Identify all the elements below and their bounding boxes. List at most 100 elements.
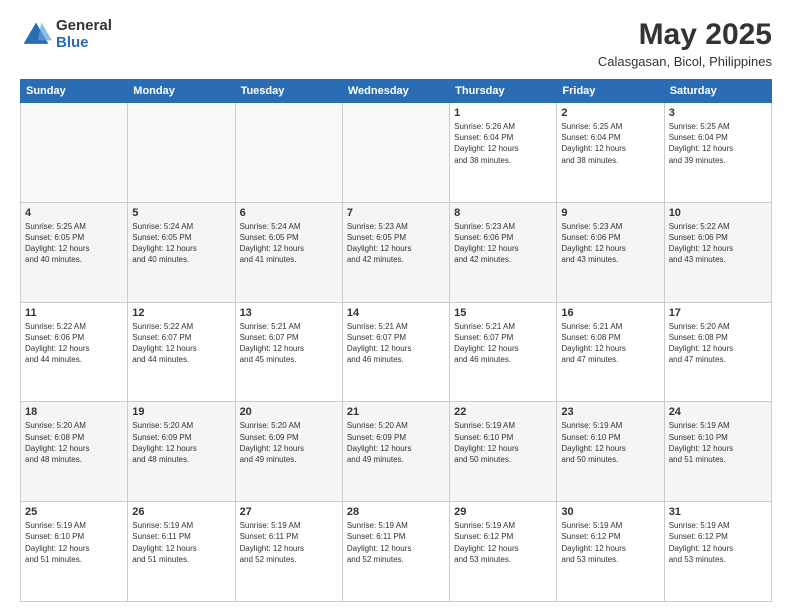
header-cell-monday: Monday	[128, 80, 235, 103]
day-info: Sunrise: 5:23 AM Sunset: 6:06 PM Dayligh…	[561, 221, 659, 266]
calendar-table: SundayMondayTuesdayWednesdayThursdayFrid…	[20, 79, 772, 602]
day-number: 11	[25, 307, 123, 319]
day-cell: 14 Sunrise: 5:21 AM Sunset: 6:07 PM Dayli…	[342, 302, 449, 402]
day-info: Sunrise: 5:21 AM Sunset: 6:07 PM Dayligh…	[240, 321, 338, 366]
day-info: Sunrise: 5:19 AM Sunset: 6:10 PM Dayligh…	[669, 420, 767, 465]
title-block: May 2025 Calasgasan, Bicol, Philippines	[598, 18, 772, 69]
header-cell-thursday: Thursday	[450, 80, 557, 103]
day-info: Sunrise: 5:19 AM Sunset: 6:11 PM Dayligh…	[347, 520, 445, 565]
day-info: Sunrise: 5:23 AM Sunset: 6:06 PM Dayligh…	[454, 221, 552, 266]
week-row-5: 25 Sunrise: 5:19 AM Sunset: 6:10 PM Dayli…	[21, 502, 772, 602]
day-number: 29	[454, 506, 552, 518]
week-row-2: 4 Sunrise: 5:25 AM Sunset: 6:05 PM Daylig…	[21, 202, 772, 302]
header-cell-tuesday: Tuesday	[235, 80, 342, 103]
day-info: Sunrise: 5:24 AM Sunset: 6:05 PM Dayligh…	[240, 221, 338, 266]
day-cell: 10 Sunrise: 5:22 AM Sunset: 6:06 PM Dayli…	[664, 202, 771, 302]
day-cell: 12 Sunrise: 5:22 AM Sunset: 6:07 PM Dayli…	[128, 302, 235, 402]
day-number: 10	[669, 207, 767, 219]
week-row-1: 1Sunrise: 5:26 AM Sunset: 6:04 PM Daylig…	[21, 103, 772, 203]
header: General Blue May 2025 Calasgasan, Bicol,…	[20, 18, 772, 69]
day-number: 9	[561, 207, 659, 219]
day-info: Sunrise: 5:20 AM Sunset: 6:08 PM Dayligh…	[25, 420, 123, 465]
day-cell: 5Sunrise: 5:24 AM Sunset: 6:05 PM Daylig…	[128, 202, 235, 302]
day-info: Sunrise: 5:20 AM Sunset: 6:09 PM Dayligh…	[240, 420, 338, 465]
day-info: Sunrise: 5:25 AM Sunset: 6:04 PM Dayligh…	[669, 121, 767, 166]
day-number: 17	[669, 307, 767, 319]
day-number: 12	[132, 307, 230, 319]
page: General Blue May 2025 Calasgasan, Bicol,…	[0, 0, 792, 612]
day-number: 5	[132, 207, 230, 219]
day-number: 6	[240, 207, 338, 219]
day-info: Sunrise: 5:19 AM Sunset: 6:11 PM Dayligh…	[132, 520, 230, 565]
week-row-3: 11 Sunrise: 5:22 AM Sunset: 6:06 PM Dayli…	[21, 302, 772, 402]
day-info: Sunrise: 5:20 AM Sunset: 6:09 PM Dayligh…	[132, 420, 230, 465]
day-info: Sunrise: 5:21 AM Sunset: 6:07 PM Dayligh…	[454, 321, 552, 366]
day-cell: 17 Sunrise: 5:20 AM Sunset: 6:08 PM Dayli…	[664, 302, 771, 402]
day-cell: 4 Sunrise: 5:25 AM Sunset: 6:05 PM Daylig…	[21, 202, 128, 302]
day-number: 25	[25, 506, 123, 518]
day-cell: 23Sunrise: 5:19 AM Sunset: 6:10 PM Dayli…	[557, 402, 664, 502]
location: Calasgasan, Bicol, Philippines	[598, 54, 772, 69]
day-cell: 31 Sunrise: 5:19 AM Sunset: 6:12 PM Dayli…	[664, 502, 771, 602]
day-number: 19	[132, 406, 230, 418]
day-number: 8	[454, 207, 552, 219]
logo-blue: Blue	[56, 35, 112, 52]
day-cell	[21, 103, 128, 203]
day-info: Sunrise: 5:19 AM Sunset: 6:12 PM Dayligh…	[561, 520, 659, 565]
day-number: 4	[25, 207, 123, 219]
logo: General Blue	[20, 18, 112, 51]
day-cell	[342, 103, 449, 203]
day-cell: 25 Sunrise: 5:19 AM Sunset: 6:10 PM Dayli…	[21, 502, 128, 602]
day-info: Sunrise: 5:19 AM Sunset: 6:12 PM Dayligh…	[669, 520, 767, 565]
logo-general: General	[56, 18, 112, 35]
day-cell: 1Sunrise: 5:26 AM Sunset: 6:04 PM Daylig…	[450, 103, 557, 203]
calendar-body: 1Sunrise: 5:26 AM Sunset: 6:04 PM Daylig…	[21, 103, 772, 602]
day-number: 22	[454, 406, 552, 418]
day-info: Sunrise: 5:22 AM Sunset: 6:06 PM Dayligh…	[669, 221, 767, 266]
day-info: Sunrise: 5:23 AM Sunset: 6:05 PM Dayligh…	[347, 221, 445, 266]
day-info: Sunrise: 5:19 AM Sunset: 6:10 PM Dayligh…	[454, 420, 552, 465]
day-number: 20	[240, 406, 338, 418]
day-cell: 30 Sunrise: 5:19 AM Sunset: 6:12 PM Dayli…	[557, 502, 664, 602]
day-cell: 9 Sunrise: 5:23 AM Sunset: 6:06 PM Daylig…	[557, 202, 664, 302]
day-cell: 29Sunrise: 5:19 AM Sunset: 6:12 PM Dayli…	[450, 502, 557, 602]
day-number: 30	[561, 506, 659, 518]
day-info: Sunrise: 5:25 AM Sunset: 6:04 PM Dayligh…	[561, 121, 659, 166]
header-cell-saturday: Saturday	[664, 80, 771, 103]
day-cell: 22 Sunrise: 5:19 AM Sunset: 6:10 PM Dayli…	[450, 402, 557, 502]
day-info: Sunrise: 5:19 AM Sunset: 6:10 PM Dayligh…	[25, 520, 123, 565]
day-number: 28	[347, 506, 445, 518]
day-info: Sunrise: 5:19 AM Sunset: 6:10 PM Dayligh…	[561, 420, 659, 465]
day-cell: 15 Sunrise: 5:21 AM Sunset: 6:07 PM Dayli…	[450, 302, 557, 402]
week-row-4: 18 Sunrise: 5:20 AM Sunset: 6:08 PM Dayli…	[21, 402, 772, 502]
day-info: Sunrise: 5:22 AM Sunset: 6:06 PM Dayligh…	[25, 321, 123, 366]
day-cell	[128, 103, 235, 203]
day-number: 18	[25, 406, 123, 418]
day-info: Sunrise: 5:25 AM Sunset: 6:05 PM Dayligh…	[25, 221, 123, 266]
day-cell: 20 Sunrise: 5:20 AM Sunset: 6:09 PM Dayli…	[235, 402, 342, 502]
day-number: 26	[132, 506, 230, 518]
day-cell: 16Sunrise: 5:21 AM Sunset: 6:08 PM Dayli…	[557, 302, 664, 402]
day-cell: 11 Sunrise: 5:22 AM Sunset: 6:06 PM Dayli…	[21, 302, 128, 402]
day-cell: 24Sunrise: 5:19 AM Sunset: 6:10 PM Dayli…	[664, 402, 771, 502]
day-cell: 21Sunrise: 5:20 AM Sunset: 6:09 PM Dayli…	[342, 402, 449, 502]
day-cell: 2Sunrise: 5:25 AM Sunset: 6:04 PM Daylig…	[557, 103, 664, 203]
day-info: Sunrise: 5:26 AM Sunset: 6:04 PM Dayligh…	[454, 121, 552, 166]
day-info: Sunrise: 5:21 AM Sunset: 6:07 PM Dayligh…	[347, 321, 445, 366]
day-cell: 28 Sunrise: 5:19 AM Sunset: 6:11 PM Dayli…	[342, 502, 449, 602]
day-number: 3	[669, 107, 767, 119]
logo-icon	[20, 19, 52, 51]
day-number: 14	[347, 307, 445, 319]
day-number: 21	[347, 406, 445, 418]
day-info: Sunrise: 5:20 AM Sunset: 6:08 PM Dayligh…	[669, 321, 767, 366]
header-cell-wednesday: Wednesday	[342, 80, 449, 103]
day-number: 15	[454, 307, 552, 319]
day-number: 7	[347, 207, 445, 219]
day-cell: 8 Sunrise: 5:23 AM Sunset: 6:06 PM Daylig…	[450, 202, 557, 302]
day-number: 31	[669, 506, 767, 518]
logo-text: General Blue	[56, 18, 112, 51]
day-cell	[235, 103, 342, 203]
day-cell: 26 Sunrise: 5:19 AM Sunset: 6:11 PM Dayli…	[128, 502, 235, 602]
day-number: 27	[240, 506, 338, 518]
day-info: Sunrise: 5:22 AM Sunset: 6:07 PM Dayligh…	[132, 321, 230, 366]
